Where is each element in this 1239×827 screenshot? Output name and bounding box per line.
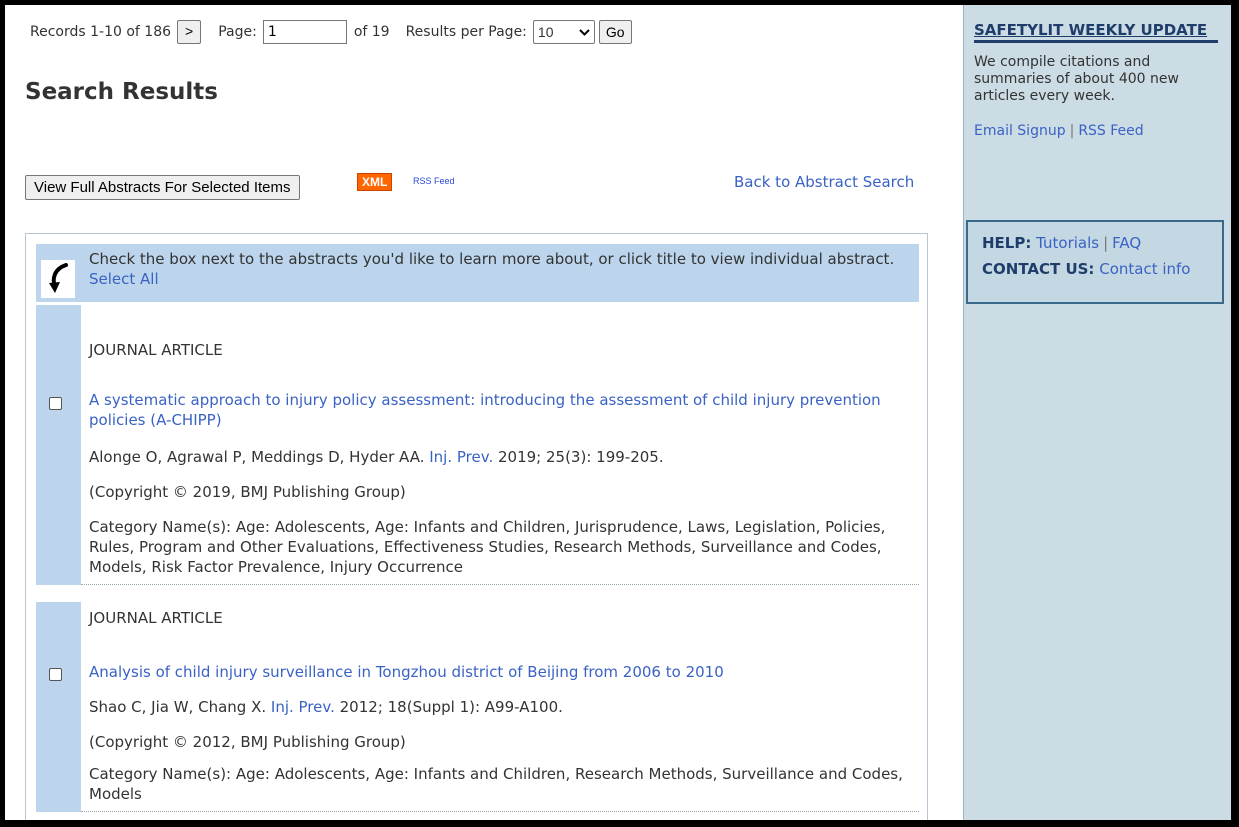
pagination-bar: Records 1-10 of 186 > Page: of 19 Result… [30, 20, 632, 44]
select-all-link[interactable]: Select All [89, 270, 159, 288]
record-checkbox[interactable] [49, 397, 62, 410]
sidebar: SAFETYLIT WEEKLY UPDATE We compile citat… [963, 5, 1231, 820]
email-signup-link[interactable]: Email Signup [974, 123, 1066, 139]
record-title-link[interactable]: A systematic approach to injury policy a… [89, 390, 889, 430]
xml-feed-badge[interactable]: XML [357, 173, 393, 191]
journal-link[interactable]: Inj. Prev. [429, 448, 493, 466]
instructions-text: Check the box next to the abstracts you'… [89, 249, 917, 289]
sidebar-links: Email Signup | RSS Feed [974, 123, 1144, 139]
record-authors: Shao C, Jia W, Chang X. [89, 698, 267, 716]
record-checkbox[interactable] [49, 668, 62, 681]
page-frame: Records 1-10 of 186 > Page: of 19 Result… [5, 5, 1231, 820]
record-title[interactable]: A systematic approach to injury policy a… [89, 391, 881, 429]
record-type: JOURNAL ARTICLE [89, 609, 223, 627]
weekly-update-description: We compile citations and summaries of ab… [974, 54, 1179, 104]
record-item: JOURNAL ARTICLE A systematic approach to… [36, 305, 919, 585]
chevron-down-icon [579, 28, 590, 36]
page-number-input[interactable] [262, 20, 347, 44]
record-copyright: (Copyright © 2019, BMJ Publishing Group) [89, 483, 406, 501]
go-button[interactable]: Go [598, 20, 632, 44]
results-per-page-label: Results per Page: [405, 24, 527, 40]
journal-link[interactable]: Inj. Prev. [271, 698, 335, 716]
link-separator: | [1103, 234, 1109, 252]
record-authors: Alonge O, Agrawal P, Meddings D, Hyder A… [89, 448, 425, 466]
weekly-update-title[interactable]: SAFETYLIT WEEKLY UPDATE [974, 21, 1218, 43]
results-per-page-select[interactable]: 10 [532, 20, 595, 44]
help-label: HELP: [982, 234, 1032, 252]
next-page-button[interactable]: > [177, 20, 202, 44]
tutorials-link[interactable]: Tutorials [1036, 234, 1099, 252]
instructions-body: Check the box next to the abstracts you'… [89, 250, 895, 268]
record-citation-detail: 2012; 18(Suppl 1): A99-A100. [339, 698, 563, 716]
record-type: JOURNAL ARTICLE [89, 341, 223, 359]
help-row: HELP: Tutorials | FAQ [982, 230, 1208, 256]
results-per-page-value: 10 [537, 24, 554, 40]
record-categories: Category Name(s): Age: Adolescents, Age:… [89, 765, 903, 803]
record-copyright: (Copyright © 2012, BMJ Publishing Group) [89, 733, 406, 751]
contact-row: CONTACT US: Contact info [982, 256, 1208, 282]
rss-feed-sidebar-link[interactable]: RSS Feed [1078, 123, 1143, 139]
contact-label: CONTACT US: [982, 260, 1095, 278]
main-content: Records 1-10 of 186 > Page: of 19 Result… [5, 5, 963, 820]
record-categories: Category Name(s): Age: Adolescents, Age:… [89, 518, 886, 576]
record-citation-detail: 2019; 25(3): 199-205. [498, 448, 664, 466]
instructions-bar: Check the box next to the abstracts you'… [36, 244, 919, 302]
link-separator: | [1069, 123, 1075, 139]
view-full-abstracts-button[interactable]: View Full Abstracts For Selected Items [25, 175, 300, 200]
curved-arrow-icon [41, 260, 75, 298]
rss-feed-link[interactable]: RSS Feed [413, 176, 455, 186]
help-contact-box: HELP: Tutorials | FAQ CONTACT US: Contact … [966, 220, 1224, 304]
page-title: Search Results [25, 79, 218, 105]
record-title-link[interactable]: Analysis of child injury surveillance in… [89, 662, 889, 682]
records-count: Records 1-10 of 186 [30, 24, 172, 40]
record-citation: Shao C, Jia W, Chang X. Inj. Prev. 2012;… [89, 697, 563, 717]
back-to-search-link[interactable]: Back to Abstract Search [734, 173, 914, 191]
page-total: of 19 [353, 24, 390, 40]
page-label: Page: [218, 24, 257, 40]
faq-link[interactable]: FAQ [1112, 234, 1141, 252]
record-citation: Alonge O, Agrawal P, Meddings D, Hyder A… [89, 447, 664, 467]
record-title[interactable]: Analysis of child injury surveillance in… [89, 663, 724, 681]
contact-info-link[interactable]: Contact info [1099, 260, 1190, 278]
results-panel: Check the box next to the abstracts you'… [25, 233, 928, 820]
record-item: JOURNAL ARTICLE Analysis of child injury… [36, 602, 919, 812]
